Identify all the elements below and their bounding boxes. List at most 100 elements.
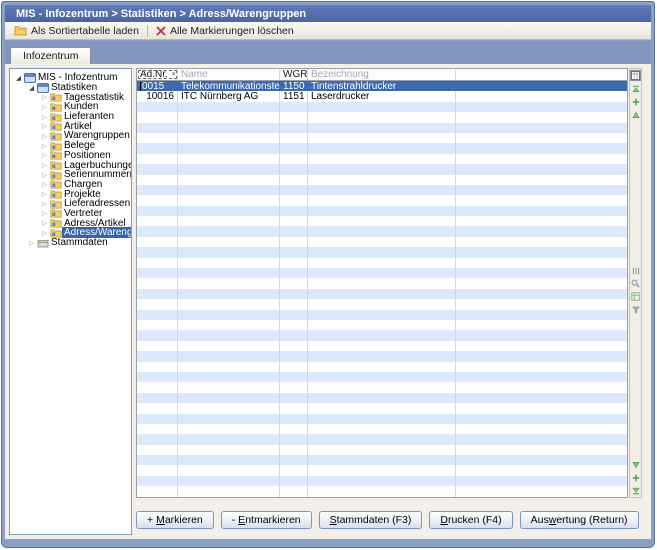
expand-toggle-icon[interactable]: ▷ xyxy=(40,209,49,217)
table-row-empty[interactable] xyxy=(137,175,627,185)
table-row-empty[interactable] xyxy=(137,216,627,226)
table-row-empty[interactable] xyxy=(137,154,627,164)
table-row-empty[interactable] xyxy=(137,133,627,143)
table-row[interactable]: 0015Telekommunikationste1150Tintenstrahl… xyxy=(137,81,627,91)
table-row-empty[interactable] xyxy=(137,123,627,133)
column-header-ad-nr[interactable]: Ad.Nr.▼ xyxy=(137,69,178,80)
table-row-empty[interactable] xyxy=(137,465,627,475)
table-row-empty[interactable] xyxy=(137,112,627,122)
table-row-empty[interactable] xyxy=(137,310,627,320)
filter-icon[interactable] xyxy=(631,305,641,315)
table-row-empty[interactable] xyxy=(137,320,627,330)
collapse-toggle-icon[interactable]: ◢ xyxy=(14,74,23,82)
table-row-empty[interactable] xyxy=(137,195,627,205)
expand-toggle-icon[interactable]: ▷ xyxy=(40,190,49,198)
table-row-empty[interactable] xyxy=(137,258,627,268)
table-row-empty[interactable] xyxy=(137,382,627,392)
table-row-empty[interactable] xyxy=(137,362,627,372)
table-cell xyxy=(308,226,456,236)
expand-toggle-icon[interactable]: ▷ xyxy=(27,239,36,247)
next-record-icon[interactable] xyxy=(631,460,641,470)
collapse-toggle-icon[interactable]: ◢ xyxy=(27,84,36,92)
expand-toggle-icon[interactable]: ▷ xyxy=(40,113,49,121)
expand-toggle-icon[interactable]: ▷ xyxy=(40,103,49,111)
table-row-empty[interactable] xyxy=(137,268,627,278)
table-row-empty[interactable] xyxy=(137,434,627,444)
column-header-bezeichnung[interactable]: Bezeichnung xyxy=(308,69,456,80)
table-cell xyxy=(280,247,308,257)
export-icon[interactable] xyxy=(631,292,641,302)
table-cell xyxy=(456,424,627,434)
table-row-empty[interactable] xyxy=(137,185,627,195)
column-header-wgr[interactable]: WGR xyxy=(280,69,308,80)
table-cell xyxy=(137,123,178,133)
table-row-empty[interactable] xyxy=(137,476,627,486)
folder-icon xyxy=(49,131,62,141)
table-cell xyxy=(308,206,456,216)
table-row-empty[interactable] xyxy=(137,206,627,216)
table-row-empty[interactable] xyxy=(137,393,627,403)
table-row-empty[interactable] xyxy=(137,226,627,236)
markieren-button[interactable]: + Markieren xyxy=(136,511,214,529)
column-header-empty[interactable] xyxy=(456,69,627,80)
grid-header: Ad.Nr.▼NameWGRBezeichnung xyxy=(137,69,627,81)
table-row-empty[interactable] xyxy=(137,486,627,496)
expand-toggle-icon[interactable]: ▷ xyxy=(40,142,49,150)
table-row-empty[interactable] xyxy=(137,424,627,434)
table-cell xyxy=(308,445,456,455)
expand-toggle-icon[interactable]: ▷ xyxy=(40,151,49,159)
column-header-name[interactable]: Name xyxy=(178,69,280,80)
table-cell xyxy=(178,268,280,278)
alle-markierungen-loeschen-button[interactable]: Alle Markierungen löschen xyxy=(151,24,299,38)
table-row-empty[interactable] xyxy=(137,102,627,112)
search-icon[interactable] xyxy=(631,279,641,289)
table-row-empty[interactable] xyxy=(137,341,627,351)
table-row[interactable]: 10016ITC Nürnberg AG1151Laserdrucker xyxy=(137,91,627,101)
table-cell xyxy=(137,434,178,444)
prev-record-icon[interactable] xyxy=(631,110,641,120)
drucken-button[interactable]: Drucken (F4) xyxy=(429,511,512,529)
expand-toggle-icon[interactable]: ▷ xyxy=(40,132,49,140)
first-record-icon[interactable] xyxy=(631,84,641,94)
expand-toggle-icon[interactable]: ▷ xyxy=(40,93,49,101)
expand-toggle-icon[interactable]: ▷ xyxy=(40,161,49,169)
table-row-empty[interactable] xyxy=(137,164,627,174)
table-row-empty[interactable] xyxy=(137,143,627,153)
append-record-icon[interactable] xyxy=(631,473,641,483)
entmarkieren-button[interactable]: - Entmarkieren xyxy=(221,511,312,529)
table-row-empty[interactable] xyxy=(137,403,627,413)
table-row-empty[interactable] xyxy=(137,414,627,424)
table-cell xyxy=(308,341,456,351)
resize-columns-icon[interactable] xyxy=(631,266,641,276)
tab-infozentrum[interactable]: Infozentrum xyxy=(10,47,91,64)
table-row-empty[interactable] xyxy=(137,330,627,340)
table-row-empty[interactable] xyxy=(137,455,627,465)
table-row-empty[interactable] xyxy=(137,299,627,309)
tree-item-stammdaten[interactable]: ▷Stammdaten xyxy=(10,238,131,248)
table-cell xyxy=(456,185,627,195)
expand-toggle-icon[interactable]: ▷ xyxy=(40,200,49,208)
expand-toggle-icon[interactable]: ▷ xyxy=(40,171,49,179)
expand-toggle-icon[interactable]: ▷ xyxy=(40,122,49,130)
table-row-empty[interactable] xyxy=(137,278,627,288)
last-record-icon[interactable] xyxy=(631,486,641,496)
column-chooser-icon[interactable] xyxy=(630,70,641,81)
expand-toggle-icon[interactable]: ▷ xyxy=(40,219,49,227)
column-header-label: Ad.Nr. xyxy=(140,69,168,80)
table-row-empty[interactable] xyxy=(137,289,627,299)
table-cell xyxy=(137,164,178,174)
app-window-icon xyxy=(23,73,36,83)
table-cell xyxy=(178,310,280,320)
table-row-empty[interactable] xyxy=(137,247,627,257)
table-row-empty[interactable] xyxy=(137,445,627,455)
table-row-empty[interactable] xyxy=(137,351,627,361)
expand-toggle-icon[interactable]: ▷ xyxy=(40,180,49,188)
stammdaten-button[interactable]: Stammdaten (F3) xyxy=(319,511,423,529)
table-row-empty[interactable] xyxy=(137,372,627,382)
table-cell xyxy=(456,81,627,91)
auswertung-button[interactable]: Auswertung (Return) xyxy=(520,511,639,529)
als-sortiertabelle-laden-button[interactable]: Als Sortiertabelle laden xyxy=(9,24,144,38)
expand-toggle-icon[interactable]: ▷ xyxy=(40,229,49,237)
insert-record-icon[interactable] xyxy=(631,97,641,107)
table-row-empty[interactable] xyxy=(137,237,627,247)
